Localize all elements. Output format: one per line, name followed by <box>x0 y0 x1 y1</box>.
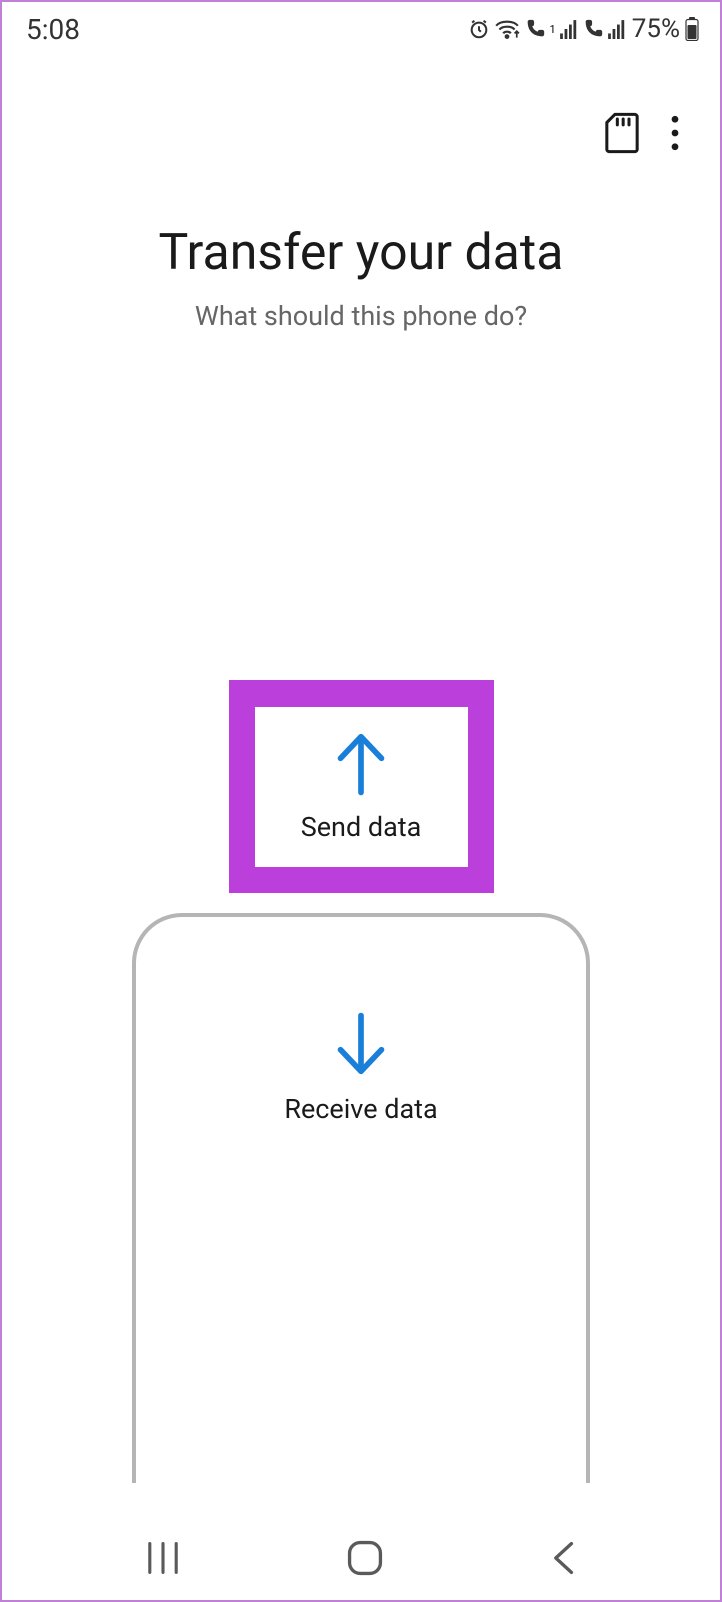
back-button[interactable] <box>549 1540 577 1580</box>
send-data-button[interactable]: Send data <box>255 707 468 867</box>
call1-icon <box>524 18 546 40</box>
nav-bar <box>2 1520 720 1600</box>
back-icon <box>549 1540 577 1576</box>
home-button[interactable] <box>346 1539 384 1581</box>
sd-card-button[interactable] <box>604 112 640 158</box>
signal2-icon <box>608 19 626 39</box>
wifi-icon <box>494 18 520 40</box>
status-icons: 1 75% <box>468 14 700 44</box>
receive-data-label: Receive data <box>284 1093 437 1125</box>
status-time: 5:08 <box>26 13 80 46</box>
header: Transfer your data What should this phon… <box>2 224 720 332</box>
page-title: Transfer your data <box>2 224 720 282</box>
status-bar: 5:08 1 <box>2 2 720 52</box>
recents-icon <box>145 1540 181 1576</box>
home-icon <box>346 1539 384 1577</box>
send-data-label: Send data <box>301 811 422 843</box>
send-data-highlight: Send data <box>229 680 494 893</box>
battery-percent: 75% <box>632 14 680 44</box>
options-area: Send data Receive data <box>2 680 720 1483</box>
receive-data-button[interactable]: Receive data <box>132 913 590 1483</box>
more-vertical-icon <box>670 114 680 152</box>
top-actions <box>2 52 720 158</box>
more-options-button[interactable] <box>670 114 680 156</box>
alarm-icon <box>468 18 490 40</box>
signal1-icon <box>560 19 578 39</box>
arrow-down-icon <box>333 1011 389 1077</box>
page-subtitle: What should this phone do? <box>2 300 720 332</box>
arrow-up-icon <box>333 731 389 797</box>
recents-button[interactable] <box>145 1540 181 1580</box>
battery-icon <box>684 17 700 41</box>
call2-icon <box>582 18 604 40</box>
sd-card-icon <box>604 112 640 154</box>
